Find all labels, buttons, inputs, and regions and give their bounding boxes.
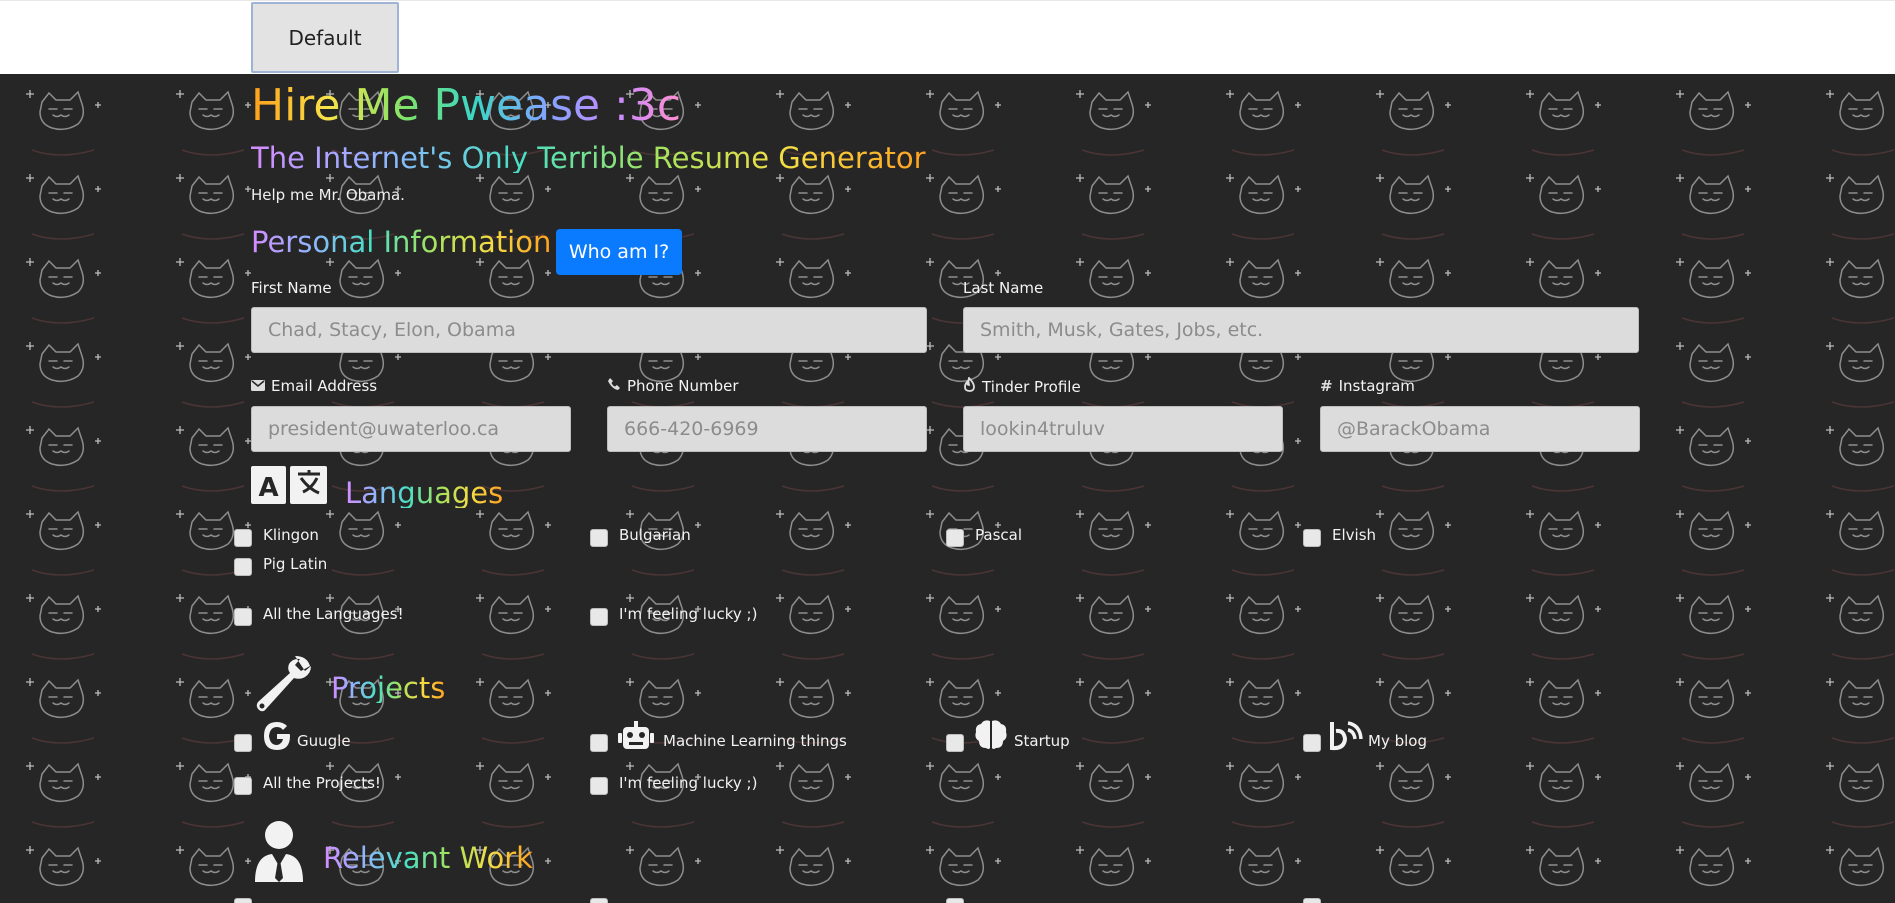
last-name-label: Last Name bbox=[963, 279, 1044, 297]
checkbox-machine-learning[interactable] bbox=[590, 734, 608, 752]
personal-info-heading: Personal Information bbox=[251, 225, 552, 259]
tinder-label: Tinder Profile bbox=[963, 376, 1081, 396]
checkbox-work-option-2[interactable] bbox=[590, 898, 608, 903]
language-option-elvish: Elvish bbox=[1332, 526, 1377, 544]
language-option-pascal: Pascal bbox=[975, 526, 1022, 544]
checkbox-guugle[interactable] bbox=[234, 734, 252, 752]
instagram-label-text: Instagram bbox=[1338, 377, 1415, 395]
first-name-input[interactable] bbox=[251, 307, 927, 353]
checkbox-my-blog[interactable] bbox=[1303, 734, 1321, 752]
all-languages-option: All the Languages! bbox=[263, 605, 404, 623]
page-tagline: Help me Mr. Obama. bbox=[251, 186, 405, 204]
checkbox-projects-lucky[interactable] bbox=[590, 777, 608, 795]
hashtag-icon: # bbox=[1320, 377, 1333, 395]
last-name-input[interactable] bbox=[963, 307, 1639, 353]
email-input[interactable] bbox=[251, 406, 571, 452]
user-tie-icon bbox=[252, 820, 306, 886]
translate-icon: A bbox=[251, 466, 327, 508]
default-theme-button[interactable]: Default bbox=[251, 2, 399, 73]
relevant-work-heading: Relevant Work bbox=[323, 841, 533, 875]
checkbox-work-option-3[interactable] bbox=[946, 898, 964, 903]
phone-input[interactable] bbox=[607, 406, 927, 452]
checkbox-work-option-4[interactable] bbox=[1303, 898, 1321, 903]
all-projects-option: All the Projects! bbox=[263, 774, 381, 792]
checkbox-klingon[interactable] bbox=[234, 529, 252, 547]
brain-icon bbox=[974, 719, 1008, 755]
checkbox-languages-lucky[interactable] bbox=[590, 608, 608, 626]
checkbox-startup[interactable] bbox=[946, 734, 964, 752]
page-title: Hire Me Pwease :3c bbox=[251, 80, 682, 131]
page-subtitle: The Internet's Only Terrible Resume Gene… bbox=[251, 141, 926, 175]
instagram-label: # Instagram bbox=[1320, 377, 1415, 395]
languages-lucky-option: I'm feeling lucky ;) bbox=[619, 605, 758, 623]
project-option-startup: Startup bbox=[1014, 732, 1070, 750]
instagram-input[interactable] bbox=[1320, 406, 1640, 452]
wrench-icon bbox=[251, 652, 313, 718]
language-option-pig-latin: Pig Latin bbox=[263, 555, 328, 573]
tinder-label-text: Tinder Profile bbox=[982, 377, 1081, 396]
who-am-i-button[interactable]: Who am I? bbox=[556, 229, 682, 275]
blog-icon bbox=[1330, 719, 1364, 755]
checkbox-pig-latin[interactable] bbox=[234, 558, 252, 576]
checkbox-bulgarian[interactable] bbox=[590, 529, 608, 547]
checkbox-pascal[interactable] bbox=[946, 529, 964, 547]
checkbox-all-projects[interactable] bbox=[234, 777, 252, 795]
svg-text:A: A bbox=[258, 473, 278, 503]
projects-heading: Projects bbox=[331, 671, 446, 705]
phone-icon bbox=[607, 377, 621, 395]
resume-form-page: Hire Me Pwease :3c The Internet's Only T… bbox=[0, 74, 1895, 903]
robot-icon bbox=[618, 719, 654, 755]
language-option-klingon: Klingon bbox=[263, 526, 319, 544]
checkbox-all-languages[interactable] bbox=[234, 608, 252, 626]
email-label: Email Address bbox=[251, 377, 377, 395]
languages-heading: Languages bbox=[345, 476, 504, 510]
language-option-bulgarian: Bulgarian bbox=[619, 526, 691, 544]
phone-label: Phone Number bbox=[607, 377, 739, 395]
tinder-input[interactable] bbox=[963, 406, 1283, 452]
phone-label-text: Phone Number bbox=[627, 377, 739, 395]
first-name-label: First Name bbox=[251, 279, 332, 297]
project-option-guugle: Guugle bbox=[297, 732, 351, 750]
project-option-my-blog: My blog bbox=[1368, 732, 1427, 750]
checkbox-elvish[interactable] bbox=[1303, 529, 1321, 547]
envelope-icon bbox=[251, 377, 265, 395]
top-toolbar: Default bbox=[0, 0, 1895, 75]
flame-icon bbox=[963, 376, 976, 396]
google-icon bbox=[262, 721, 292, 755]
email-label-text: Email Address bbox=[271, 377, 378, 395]
project-option-machine-learning: Machine Learning things bbox=[663, 732, 847, 750]
projects-lucky-option: I'm feeling lucky ;) bbox=[619, 774, 758, 792]
checkbox-work-option-1[interactable] bbox=[234, 898, 252, 903]
